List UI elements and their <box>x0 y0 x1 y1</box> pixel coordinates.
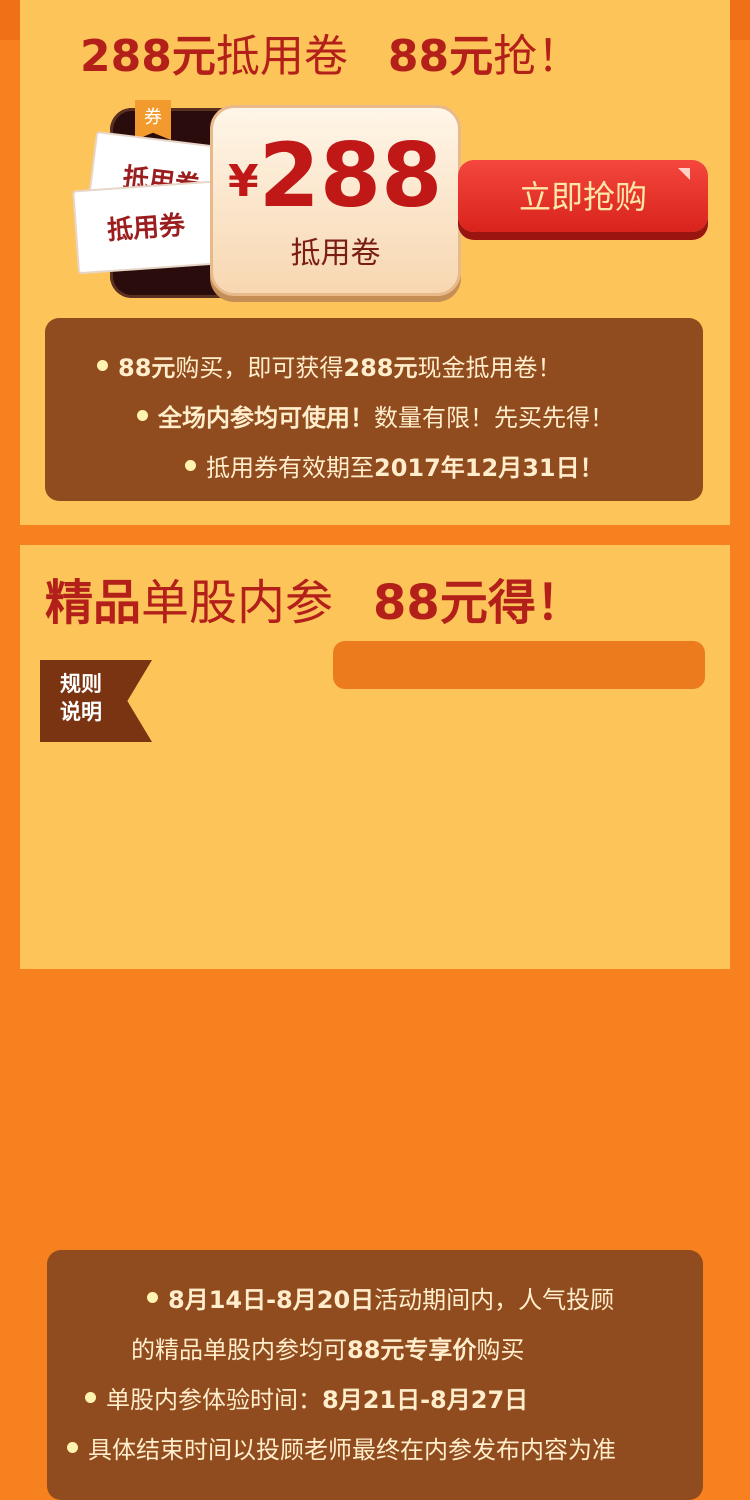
bullet-dot-icon <box>85 1391 96 1403</box>
bullet-dot-icon <box>185 459 196 471</box>
bullet-dot-icon <box>97 359 108 371</box>
coupon-info-line-3: 抵用券有效期至2017年12月31日！ <box>185 448 604 483</box>
coupon-info-line-2: 全场内参均可使用！数量有限！先买先得！ <box>137 398 614 433</box>
bullet-dot-icon <box>137 409 148 421</box>
coupon-info-line-1: 88元购买，即可获得288元现金抵用卷！ <box>97 348 562 383</box>
ticket-front: 抵用券 <box>72 179 232 275</box>
buy-now-label: 立即抢购 <box>518 179 647 215</box>
title-premium: 精品 <box>45 575 142 631</box>
title-price: 88元 <box>387 31 494 82</box>
page: 288元抵用卷 88元抢！ 券 抵用券 抵用券 ¥288 抵用卷 立即抢购 88元… <box>0 0 750 1500</box>
rules-line-1: 8月14日-8月20日活动期间内，人气投顾 <box>147 1280 614 1315</box>
button-shine-icon <box>678 168 690 180</box>
coupon-price-card: ¥288 抵用卷 <box>210 105 461 296</box>
rules-line-4: 具体结束时间以投顾老师最终在内参发布内容为准 <box>67 1430 616 1465</box>
title-amount: 288元 <box>80 31 216 82</box>
title-price: 88元得！ <box>373 575 584 631</box>
title-coupon: 抵用卷 <box>215 31 348 82</box>
buy-now-button[interactable]: 立即抢购 <box>458 160 708 232</box>
coupon-illustration: 券 抵用券 抵用券 ¥288 抵用卷 <box>72 100 461 300</box>
coupon-label: 抵用卷 <box>290 236 381 271</box>
rules-info-box: 8月14日-8月20日活动期间内，人气投顾 的精品单股内参均可88元专享价购买 … <box>47 1250 703 1500</box>
currency-symbol: ¥ <box>228 156 259 207</box>
report-section: 精品单股内参 88元得！ 8月14日-8月20日活动期间内，人气投顾 的精品单股内… <box>20 545 730 1500</box>
report-section-title: 精品单股内参 88元得！ <box>45 563 584 633</box>
coupon-price: ¥288 <box>228 126 442 226</box>
rules-line-3: 单股内参体验时间：8月21日-8月27日 <box>85 1380 528 1415</box>
coupon-amount: 288 <box>258 124 443 227</box>
bullet-dot-icon <box>147 1291 158 1303</box>
coupon-info-box: 88元购买，即可获得288元现金抵用卷！ 全场内参均可使用！数量有限！先买先得！… <box>45 318 703 501</box>
coupon-section-title: 288元抵用卷 88元抢！ <box>80 20 581 84</box>
bullet-dot-icon <box>67 1441 78 1453</box>
title-grab: 抢！ <box>493 31 582 82</box>
coupon-section: 288元抵用卷 88元抢！ 券 抵用券 抵用券 ¥288 抵用卷 立即抢购 88元… <box>20 0 730 525</box>
rules-tag: 规则 说明 <box>40 660 152 742</box>
title-report: 单股内参 <box>141 575 334 631</box>
rules-line-2: 的精品单股内参均可88元专享价购买 <box>131 1336 525 1364</box>
decorative-bar <box>333 641 705 689</box>
